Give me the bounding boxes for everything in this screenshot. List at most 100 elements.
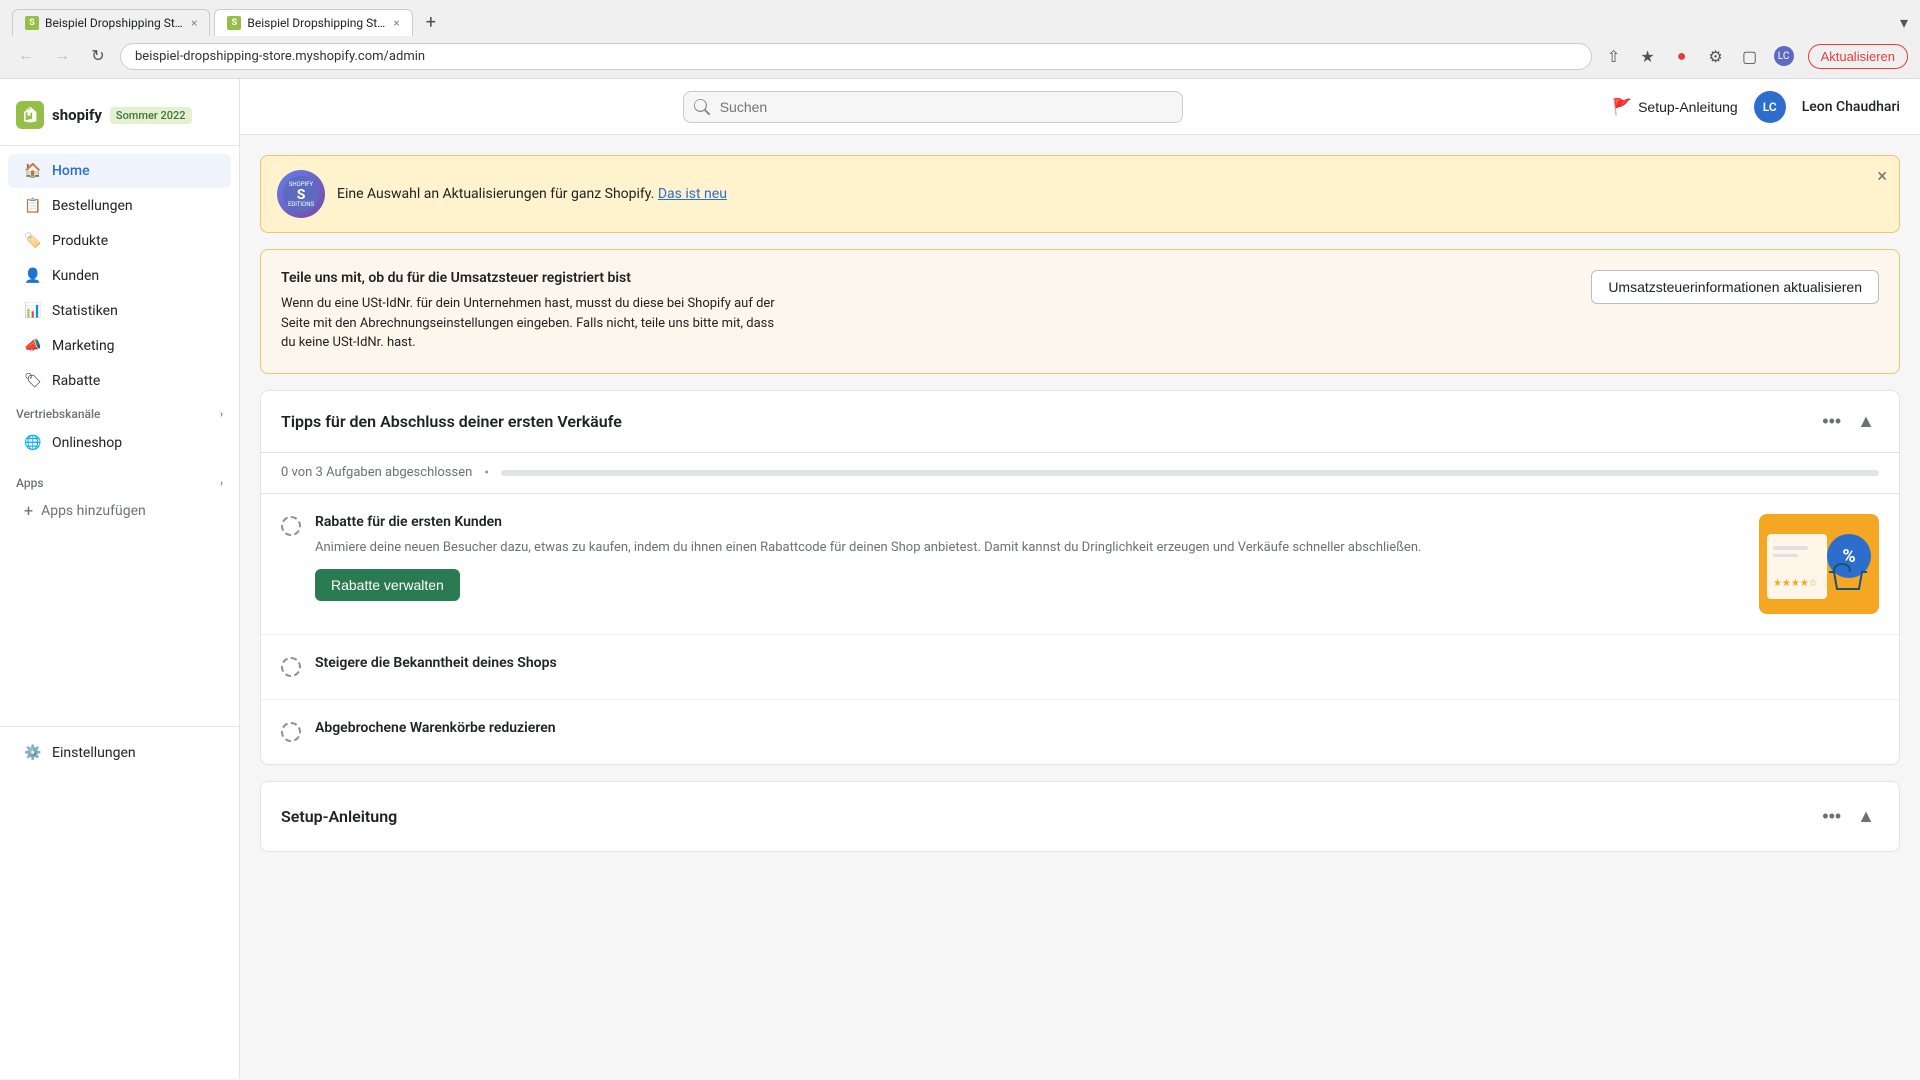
sidebar-item-home[interactable]: 🏠 Home bbox=[8, 154, 231, 188]
sidebar: shopify Sommer 2022 🏠 Home 📋 Bestellunge… bbox=[0, 79, 240, 1079]
tax-card-description: Wenn du eine USt-IdNr. für dein Unterneh… bbox=[281, 294, 781, 353]
tab-close-2[interactable]: × bbox=[393, 16, 399, 30]
orders-icon: 📋 bbox=[24, 197, 42, 215]
sidebar-settings-label: Einstellungen bbox=[52, 745, 136, 761]
sidebar-item-rabatte[interactable]: 🏷 Rabatte bbox=[8, 364, 231, 398]
task-checkbox-2[interactable] bbox=[281, 657, 301, 677]
sidebar-item-bestellungen[interactable]: 📋 Bestellungen bbox=[8, 189, 231, 223]
settings-icon: ⚙️ bbox=[24, 744, 42, 762]
user-profile-icon[interactable]: LC bbox=[1770, 42, 1798, 70]
add-icon: + bbox=[24, 501, 33, 520]
svg-text:SHOPIFY: SHOPIFY bbox=[289, 181, 314, 188]
tab-label-2: Beispiel Dropshipping Store bbox=[247, 16, 387, 30]
browser-tabs: S Beispiel Dropshipping Store · ... × S … bbox=[12, 8, 1908, 36]
banner-link[interactable]: Das ist neu bbox=[658, 186, 727, 202]
progress-dot: • bbox=[484, 465, 489, 481]
setup-guide-label: Setup-Anleitung bbox=[1638, 99, 1738, 115]
update-button[interactable]: Aktualisieren bbox=[1808, 44, 1908, 69]
setup-guide-button[interactable]: 🚩 Setup-Anleitung bbox=[1612, 97, 1738, 117]
sidebar-item-statistiken[interactable]: 📊 Statistiken bbox=[8, 294, 231, 328]
vertriebskanaele-section: Vertriebskanäle › bbox=[0, 399, 239, 425]
main-content: S SHOPIFY EDITIONS Eine Auswahl an Aktua… bbox=[240, 135, 1920, 1079]
sidebar-home-label: Home bbox=[52, 163, 90, 179]
banner-text: Eine Auswahl an Aktualisierungen für gan… bbox=[337, 186, 654, 202]
browser-tab-2[interactable]: S Beispiel Dropshipping Store × bbox=[214, 9, 412, 36]
address-bar[interactable]: beispiel-dropshipping-store.myshopify.co… bbox=[120, 43, 1592, 70]
vertriebskanaele-chevron[interactable]: › bbox=[220, 409, 223, 420]
tab-favicon-2: S bbox=[227, 16, 241, 30]
task-checkbox-3[interactable] bbox=[281, 722, 301, 742]
sidebar-item-produkte[interactable]: 🏷️ Produkte bbox=[8, 224, 231, 258]
tabs-dropdown[interactable]: ▾ bbox=[1900, 13, 1908, 32]
season-badge: Sommer 2022 bbox=[110, 107, 192, 124]
progress-bar-background bbox=[501, 470, 1879, 476]
vertriebskanaele-label: Vertriebskanäle bbox=[16, 407, 100, 421]
svg-text:★★★★☆: ★★★★☆ bbox=[1773, 578, 1818, 589]
bookmark-icon[interactable]: ★ bbox=[1634, 42, 1662, 70]
onlineshop-icon: 🌐 bbox=[24, 434, 42, 452]
shopify-brand: shopify bbox=[52, 106, 102, 124]
tax-card-title: Teile uns mit, ob du für die Umsatzsteue… bbox=[281, 270, 781, 286]
task-title-2: Steigere die Bekanntheit deines Shops bbox=[315, 655, 1879, 671]
tax-card: Teile uns mit, ob du für die Umsatzsteue… bbox=[260, 249, 1900, 374]
sidebar-item-onlineshop[interactable]: 🌐 Onlineshop bbox=[8, 426, 231, 460]
flag-icon: 🚩 bbox=[1612, 97, 1632, 117]
opera-icon[interactable]: ● bbox=[1668, 42, 1696, 70]
banner-content: Eine Auswahl an Aktualisierungen für gan… bbox=[337, 186, 727, 202]
apps-label: Apps bbox=[16, 476, 44, 490]
tips-card: Tipps für den Abschluss deiner ersten Ve… bbox=[260, 390, 1900, 765]
add-apps-item[interactable]: + Apps hinzufügen bbox=[8, 495, 231, 526]
task-checkbox-1[interactable] bbox=[281, 516, 301, 536]
sidebar-item-marketing[interactable]: 📣 Marketing bbox=[8, 329, 231, 363]
tips-collapse-button[interactable]: ▲ bbox=[1853, 407, 1879, 436]
home-icon: 🏠 bbox=[24, 162, 42, 180]
setup-guide-header: Setup-Anleitung ••• ▲ bbox=[281, 802, 1879, 831]
sidebar-onlineshop-label: Onlineshop bbox=[52, 435, 122, 451]
svg-text:EDITIONS: EDITIONS bbox=[288, 201, 315, 208]
banner-close-button[interactable]: × bbox=[1877, 168, 1887, 186]
sidebar-item-kunden[interactable]: 👤 Kunden bbox=[8, 259, 231, 293]
tips-card-title: Tipps für den Abschluss deiner ersten Ve… bbox=[281, 412, 622, 431]
sidebar-marketing-label: Marketing bbox=[52, 338, 115, 354]
tab-close-1[interactable]: × bbox=[191, 16, 197, 30]
tax-update-button[interactable]: Umsatzsteuerinformationen aktualisieren bbox=[1591, 270, 1879, 304]
shopify-editions-icon: S SHOPIFY EDITIONS bbox=[283, 176, 319, 212]
progress-section: 0 von 3 Aufgaben abgeschlossen • bbox=[261, 453, 1899, 494]
setup-guide-actions: ••• ▲ bbox=[1818, 802, 1879, 831]
marketing-icon: 📣 bbox=[24, 337, 42, 355]
discount-svg: ★★★★☆ % bbox=[1759, 514, 1879, 614]
products-icon: 🏷️ bbox=[24, 232, 42, 250]
setup-guide-card: Setup-Anleitung ••• ▲ bbox=[260, 781, 1900, 852]
extensions-icon[interactable]: ⚙ bbox=[1702, 42, 1730, 70]
apps-section: Apps › bbox=[0, 468, 239, 494]
sidebar-products-label: Produkte bbox=[52, 233, 108, 249]
tab-favicon-1: S bbox=[25, 16, 39, 30]
setup-guide-more-button[interactable]: ••• bbox=[1818, 802, 1845, 831]
main-layout: shopify Sommer 2022 🏠 Home 📋 Bestellunge… bbox=[0, 79, 1920, 1079]
back-button[interactable]: ← bbox=[12, 42, 40, 70]
task-title-3: Abgebrochene Warenkörbe reduzieren bbox=[315, 720, 1879, 736]
screenshot-icon[interactable]: ▢ bbox=[1736, 42, 1764, 70]
task-item-1: Rabatte für die ersten Kunden Animiere d… bbox=[261, 494, 1899, 635]
new-tab-button[interactable]: + bbox=[417, 8, 445, 36]
share-icon[interactable]: ⇧ bbox=[1600, 42, 1628, 70]
apps-chevron[interactable]: › bbox=[220, 478, 223, 489]
reload-button[interactable]: ↻ bbox=[84, 42, 112, 70]
setup-guide-collapse-button[interactable]: ▲ bbox=[1853, 802, 1879, 831]
tab-label-1: Beispiel Dropshipping Store · ... bbox=[45, 16, 185, 30]
sidebar-analytics-label: Statistiken bbox=[52, 303, 118, 319]
content-area: 🚩 Setup-Anleitung LC Leon Chaudhari S S bbox=[240, 79, 1920, 1079]
sidebar-item-einstellungen[interactable]: ⚙️ Einstellungen bbox=[8, 736, 231, 770]
task-desc-1: Animiere deine neuen Besucher dazu, etwa… bbox=[315, 538, 1745, 558]
search-input[interactable] bbox=[683, 91, 1183, 123]
browser-tab-1[interactable]: S Beispiel Dropshipping Store · ... × bbox=[12, 9, 210, 36]
sidebar-orders-label: Bestellungen bbox=[52, 198, 133, 214]
address-text: beispiel-dropshipping-store.myshopify.co… bbox=[135, 49, 425, 64]
browser-actions: ⇧ ★ ● ⚙ ▢ LC Aktualisieren bbox=[1600, 42, 1908, 70]
task-button-1[interactable]: Rabatte verwalten bbox=[315, 569, 460, 601]
more-icon: ••• bbox=[1822, 411, 1841, 431]
sidebar-discounts-label: Rabatte bbox=[52, 373, 100, 389]
forward-button[interactable]: → bbox=[48, 42, 76, 70]
browser-chrome: S Beispiel Dropshipping Store · ... × S … bbox=[0, 0, 1920, 79]
tips-more-button[interactable]: ••• bbox=[1818, 407, 1845, 436]
